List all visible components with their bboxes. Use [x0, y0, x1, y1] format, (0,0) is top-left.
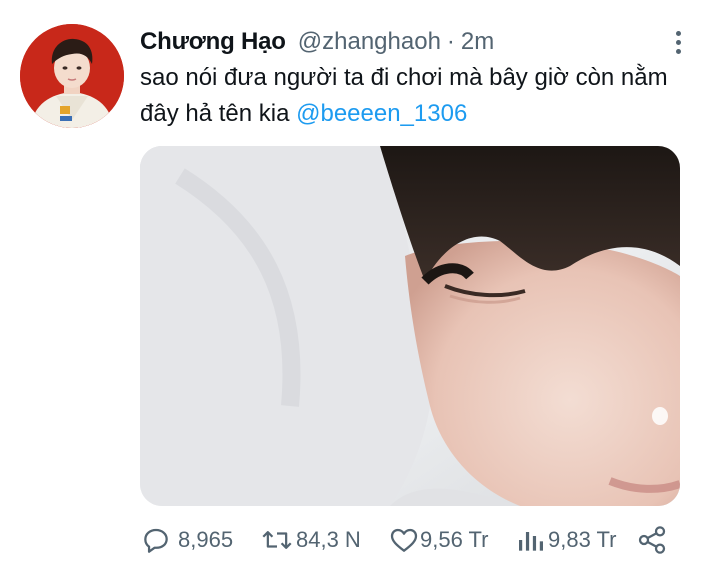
- reply-icon: [144, 528, 168, 553]
- retweet-icon: [262, 531, 292, 549]
- avatar[interactable]: [20, 24, 124, 128]
- share-button[interactable]: [636, 522, 668, 558]
- heart-icon: [390, 528, 418, 552]
- reply-button[interactable]: 8,965: [140, 522, 233, 558]
- more-vertical-icon: [675, 30, 681, 36]
- user-handle[interactable]: @zhanghaoh: [298, 26, 441, 58]
- reply-count: 8,965: [178, 527, 234, 552]
- share-icon: [638, 526, 666, 554]
- retweet-button[interactable]: 84,3 N: [260, 522, 361, 558]
- more-dot: [675, 39, 681, 45]
- more-dot: [675, 48, 681, 54]
- separator-dot: ·: [446, 28, 455, 55]
- retweet-count: 84,3 N: [296, 527, 361, 552]
- views-icon: [519, 532, 543, 551]
- views-count: 9,83 Tr: [548, 527, 617, 552]
- avatar-photo: [20, 24, 124, 128]
- like-button[interactable]: 9,56 Tr: [388, 522, 488, 558]
- more-options-button[interactable]: [666, 26, 690, 58]
- media-photo: [140, 146, 680, 506]
- timestamp[interactable]: 2m: [461, 26, 494, 58]
- mention-link[interactable]: @beeeen_1306: [296, 100, 467, 127]
- tweet-header: Chương Hạo @zhanghaoh · 2m: [140, 26, 494, 58]
- tweet-card[interactable]: Chương Hạo @zhanghaoh · 2m sao nói đưa n…: [0, 0, 720, 568]
- tweet-media-image[interactable]: [140, 146, 680, 506]
- display-name[interactable]: Chương Hạo: [140, 26, 286, 58]
- tweet-text: sao nói đưa người ta đi chơi mà bây giờ …: [140, 60, 700, 132]
- like-count: 9,56 Tr: [420, 527, 489, 552]
- views-button[interactable]: 9,83 Tr: [516, 522, 616, 558]
- tweet-actions: 8,965 84,3 N 9,56 Tr 9,83 Tr: [140, 522, 700, 558]
